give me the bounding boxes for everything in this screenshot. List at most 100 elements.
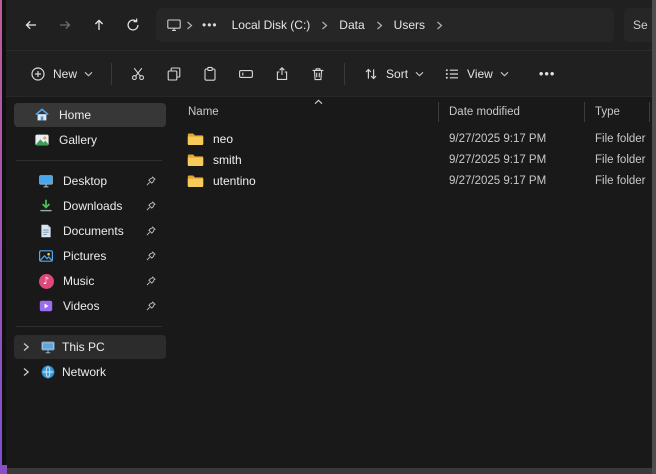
sidebar-item-pictures[interactable]: Pictures [14, 244, 166, 268]
up-arrow-icon [91, 17, 107, 33]
sort-button[interactable]: Sort [353, 57, 434, 91]
more-options-button[interactable]: ••• [529, 57, 566, 91]
delete-button[interactable] [300, 57, 336, 91]
folder-icon [187, 153, 204, 167]
expand-chevron-icon[interactable] [21, 367, 31, 377]
sidebar-item-desktop[interactable]: Desktop [14, 169, 166, 193]
sidebar-item-label: Gallery [59, 133, 166, 147]
sidebar-separator [16, 160, 162, 161]
explorer-content: Home Gallery Desktop [6, 97, 652, 468]
screen-edge-bottom [6, 468, 656, 474]
share-icon [274, 66, 290, 82]
chevron-down-icon [84, 71, 93, 77]
gallery-icon [34, 132, 50, 148]
pin-icon [145, 175, 157, 187]
back-arrow-icon [23, 17, 39, 33]
file-type: File folder [584, 133, 652, 145]
network-icon [40, 364, 56, 380]
expand-chevron-icon[interactable] [21, 342, 31, 352]
documents-icon [38, 223, 54, 239]
screen-edge-right [652, 0, 656, 474]
column-label: Date modified [449, 106, 520, 118]
file-explorer-window: ••• Local Disk (C:) Data Users Se New [6, 0, 652, 468]
sidebar-item-videos[interactable]: Videos [14, 294, 166, 318]
new-button[interactable]: New [20, 57, 103, 91]
trash-icon [310, 66, 326, 82]
pin-icon [145, 225, 157, 237]
folder-icon [187, 174, 204, 188]
pin-icon [145, 275, 157, 287]
file-name: neo [213, 132, 233, 146]
sidebar-separator [16, 326, 162, 327]
scissors-icon [130, 66, 146, 82]
up-button[interactable] [82, 9, 116, 41]
column-header-date-modified[interactable]: Date modified [438, 102, 584, 122]
sidebar-item-downloads[interactable]: Downloads [14, 194, 166, 218]
chevron-down-icon [415, 71, 424, 77]
back-button[interactable] [14, 9, 48, 41]
desktop-icon [38, 173, 54, 189]
sidebar-item-gallery[interactable]: Gallery [14, 128, 166, 152]
pin-icon [145, 300, 157, 312]
rename-icon [238, 66, 254, 82]
cut-button[interactable] [120, 57, 156, 91]
paste-button[interactable] [192, 57, 228, 91]
sidebar-item-label: This PC [62, 340, 166, 354]
navigation-bar: ••• Local Disk (C:) Data Users Se [6, 0, 652, 50]
sort-ascending-caret-icon [314, 99, 323, 105]
search-input[interactable]: Se [624, 8, 652, 42]
forward-arrow-icon [57, 17, 73, 33]
share-button[interactable] [264, 57, 300, 91]
file-row-neo[interactable]: neo 9/27/2025 9:17 PM File folder [180, 128, 652, 149]
sidebar-item-music[interactable]: ♪ Music [14, 269, 166, 293]
home-icon [34, 107, 50, 123]
sidebar-item-label: Pictures [63, 249, 136, 263]
pin-icon [145, 200, 157, 212]
sidebar-item-home[interactable]: Home [14, 103, 166, 127]
refresh-icon [125, 17, 141, 33]
breadcrumb-chevron-icon [434, 21, 445, 30]
breadcrumb-users[interactable]: Users [387, 18, 432, 32]
forward-button[interactable] [48, 9, 82, 41]
column-label: Name [188, 106, 219, 118]
this-pc-address-icon [166, 17, 182, 33]
column-header-type[interactable]: Type [584, 102, 650, 122]
screen-edge-corner [0, 465, 7, 474]
sidebar-item-network[interactable]: Network [14, 360, 166, 384]
breadcrumb-overflow[interactable]: ••• [197, 18, 223, 32]
sidebar-item-label: Network [62, 365, 166, 379]
breadcrumb-data[interactable]: Data [332, 18, 371, 32]
file-type: File folder [584, 154, 652, 166]
new-button-label: New [53, 67, 77, 81]
file-date-modified: 9/27/2025 9:17 PM [438, 175, 584, 187]
column-label: Type [595, 106, 620, 118]
pictures-icon [38, 248, 54, 264]
sidebar-item-this-pc[interactable]: This PC [14, 335, 166, 359]
file-type: File folder [584, 175, 652, 187]
file-name: smith [213, 153, 242, 167]
pin-icon [145, 250, 157, 262]
refresh-button[interactable] [116, 9, 150, 41]
sidebar-item-label: Music [63, 274, 136, 288]
sidebar-item-documents[interactable]: Documents [14, 219, 166, 243]
sidebar-item-label: Videos [63, 299, 136, 313]
address-bar[interactable]: ••• Local Disk (C:) Data Users [156, 8, 614, 42]
view-button[interactable]: View [434, 57, 519, 91]
breadcrumb-drive[interactable]: Local Disk (C:) [225, 18, 318, 32]
toolbar-separator [111, 63, 112, 85]
file-row-utentino[interactable]: utentino 9/27/2025 9:17 PM File folder [180, 170, 652, 191]
file-row-smith[interactable]: smith 9/27/2025 9:17 PM File folder [180, 149, 652, 170]
file-list-pane: Name Date modified Type [172, 97, 652, 468]
file-name: utentino [213, 174, 256, 188]
rename-button[interactable] [228, 57, 264, 91]
music-icon: ♪ [38, 273, 54, 289]
search-text: Se [633, 18, 648, 32]
file-date-modified: 9/27/2025 9:17 PM [438, 154, 584, 166]
copy-icon [166, 66, 182, 82]
sidebar-item-label: Documents [63, 224, 136, 238]
sort-button-label: Sort [386, 67, 408, 81]
breadcrumb-chevron-icon [184, 21, 195, 30]
view-list-icon [444, 66, 460, 82]
column-header-name[interactable]: Name [186, 102, 438, 122]
copy-button[interactable] [156, 57, 192, 91]
